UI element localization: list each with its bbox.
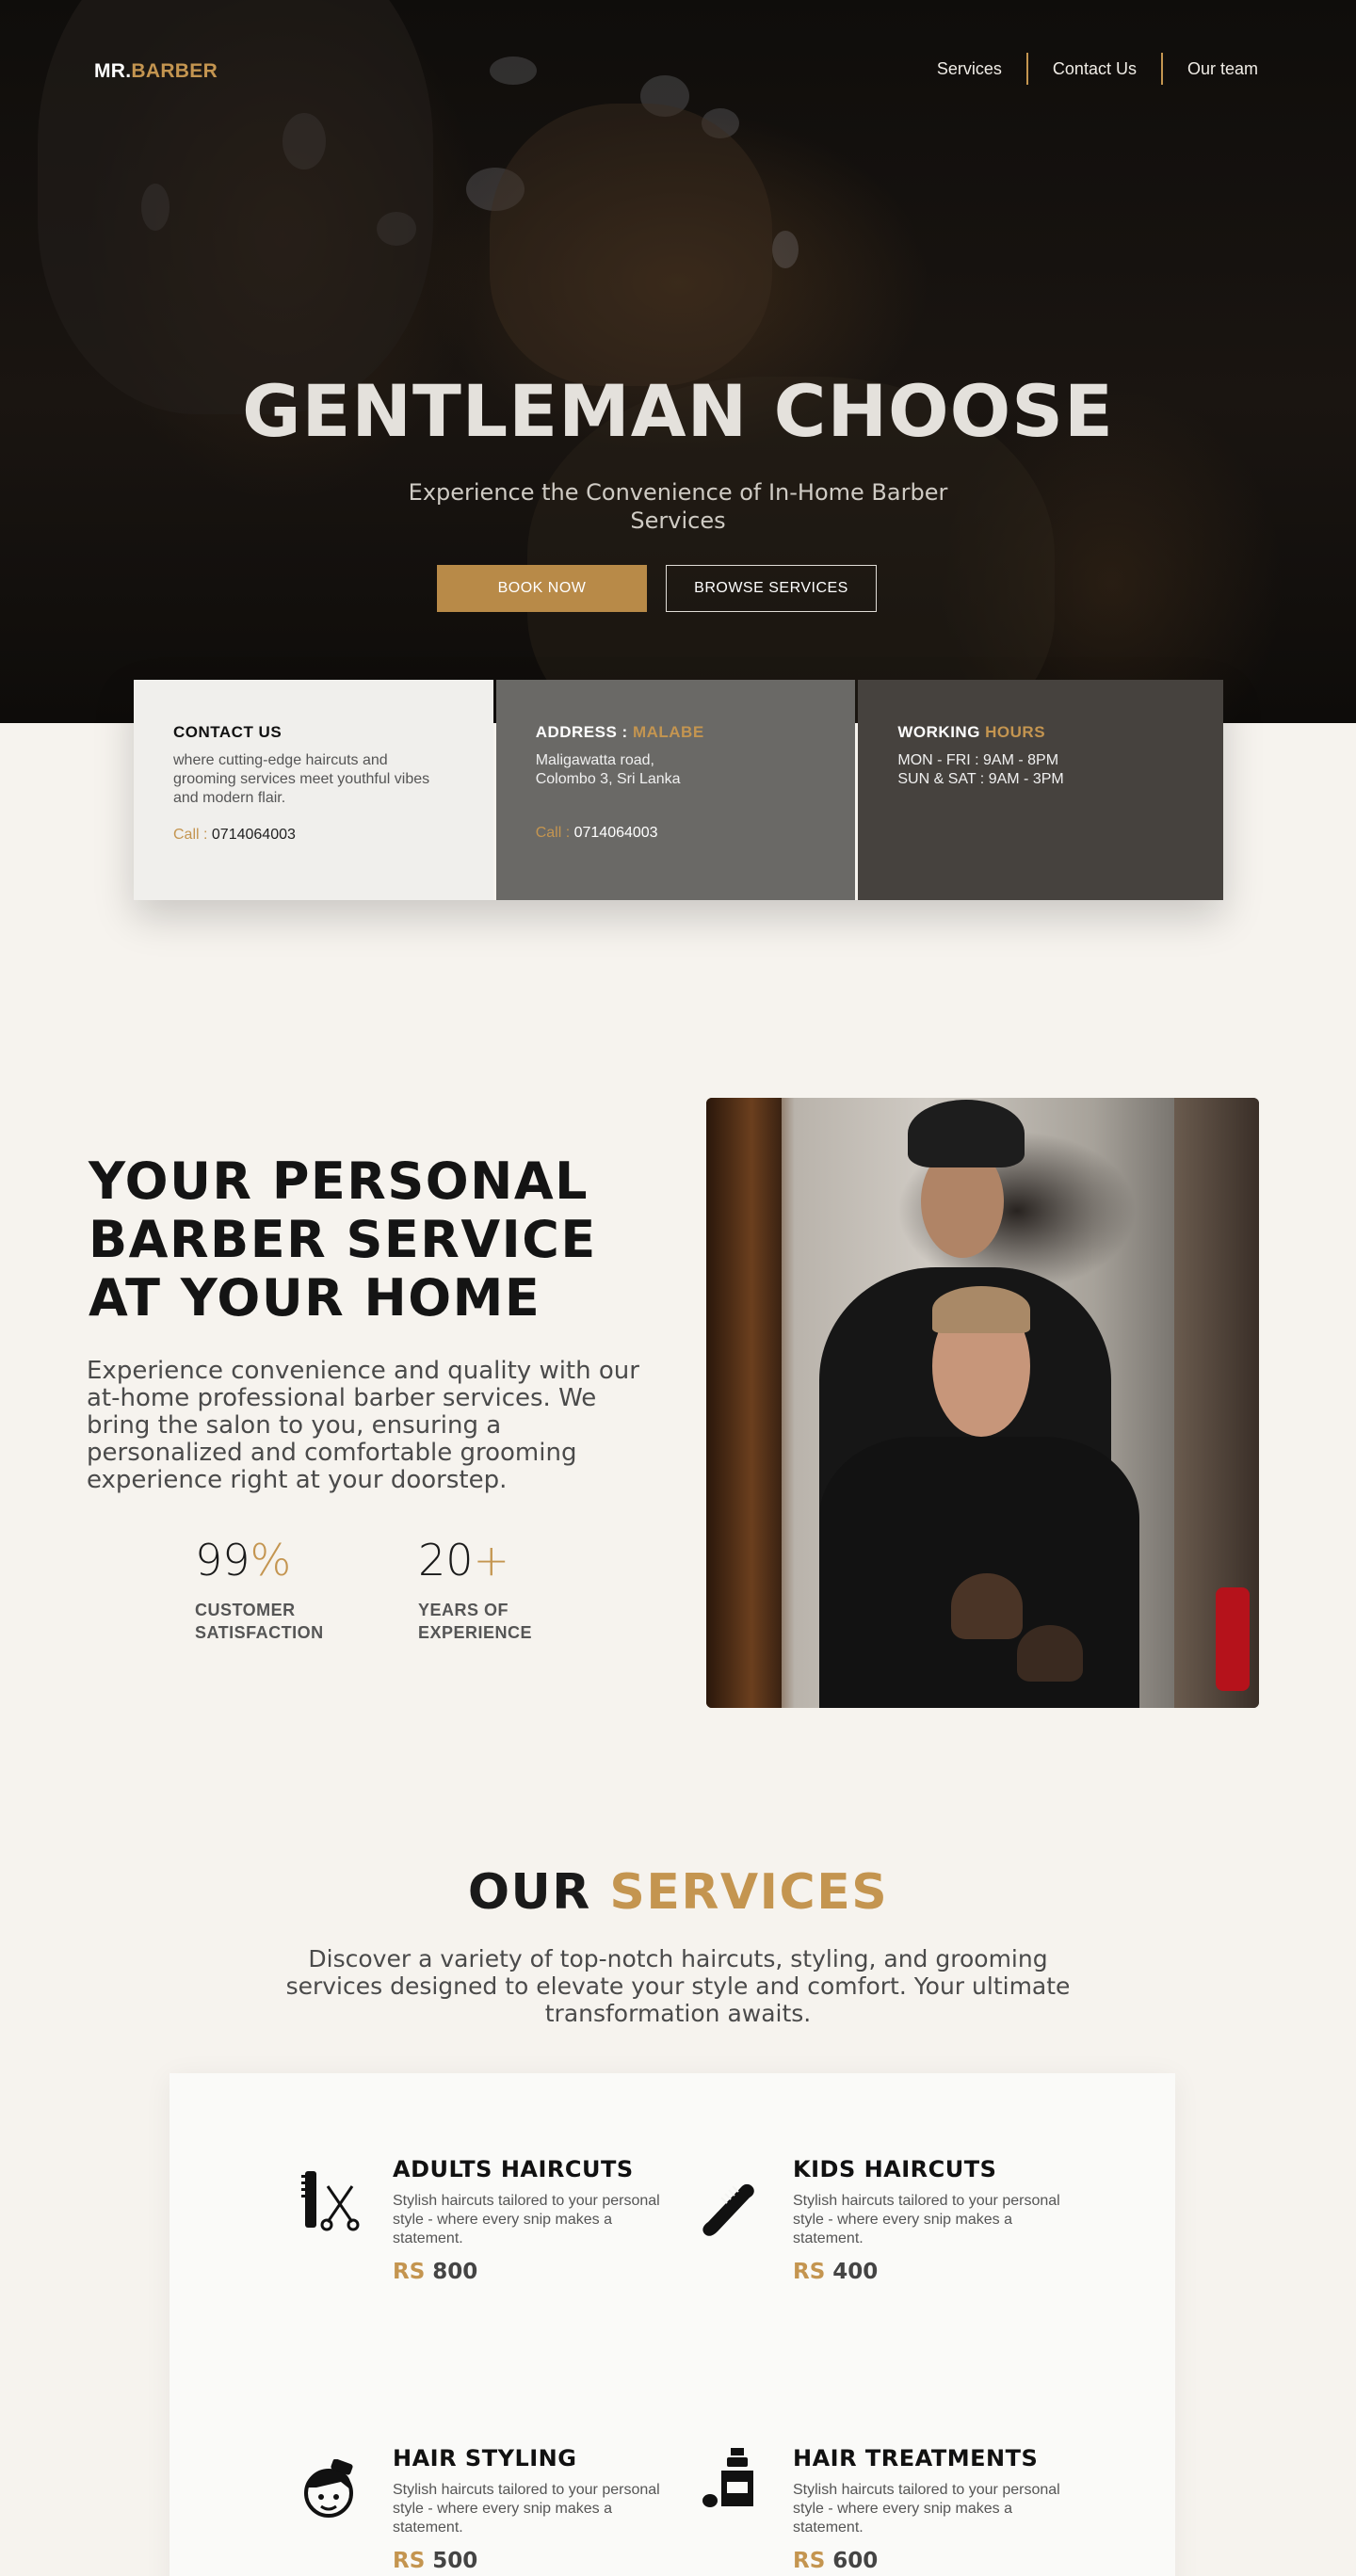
brand-logo-part1: MR. [94, 60, 132, 82]
services-subtitle: Discover a variety of top-notch haircuts… [285, 1945, 1071, 2027]
stat-number: 99% [195, 1535, 292, 1586]
services-title-word1: OUR [467, 1864, 591, 1921]
service-item-kids-haircuts[interactable]: KIDS HAIRCUTS Stylish haircuts tailored … [793, 2156, 1075, 2284]
address-lines: Maligawatta road, Colombo 3, Sri Lanka [536, 751, 816, 789]
brand-logo-part2: BARBER [131, 60, 218, 82]
book-now-button[interactable]: BOOK NOW [437, 565, 647, 612]
call-label: Call : [535, 825, 571, 841]
hours-title-accent: HOURS [985, 723, 1046, 741]
service-item-hair-treatments[interactable]: HAIR TREATMENTS Stylish haircuts tailore… [793, 2445, 1075, 2573]
service-name: KIDS HAIRCUTS [793, 2156, 997, 2182]
about-title: YOUR PERSONAL BARBER SERVICE AT YOUR HOM… [89, 1151, 597, 1328]
call-label: Call : [173, 827, 208, 843]
hours-line-1: MON - FRI : 9AM - 8PM [897, 752, 1059, 768]
address-line-1: Maligawatta road, [535, 752, 654, 768]
service-price: RS 600 [793, 2549, 879, 2573]
service-desc: Stylish haircuts tailored to your person… [393, 2193, 660, 2246]
hair-styling-icon [298, 2458, 360, 2525]
hours-card-title: WORKING HOURS [897, 723, 1184, 742]
service-price: RS 400 [793, 2260, 879, 2284]
comb-icon [699, 2177, 761, 2243]
address-card: ADDRESS : MALABE Maligawatta road, Colom… [495, 680, 856, 900]
main-nav: Services Contact Us Our team [912, 53, 1258, 85]
hours-title-label: WORKING [897, 723, 980, 741]
nav-link-services[interactable]: Services [912, 53, 1026, 85]
address-title-label: ADDRESS : [535, 723, 628, 741]
service-name: HAIR STYLING [393, 2445, 577, 2471]
contact-phone[interactable]: 0714064003 [212, 827, 296, 843]
services-panel: ADULTS HAIRCUTS Stylish haircuts tailore… [170, 2073, 1175, 2576]
hours-lines: MON - FRI : 9AM - 8PM SUN & SAT : 9AM - … [897, 751, 1184, 789]
contact-card-call: Call : 0714064003 [173, 827, 454, 844]
about-text: Experience convenience and quality with … [87, 1357, 639, 1494]
stat-label: YEARS OF EXPERIENCE [418, 1601, 533, 1642]
stat-satisfaction: 99% CUSTOMER SATISFACTION [195, 1535, 324, 1644]
bottle-icon [699, 2446, 761, 2512]
browse-services-button[interactable]: BROWSE SERVICES [666, 565, 877, 612]
comb-scissors-icon [299, 2167, 362, 2233]
address-card-title: ADDRESS : MALABE [536, 723, 816, 742]
address-phone[interactable]: 0714064003 [574, 825, 658, 841]
info-cards: CONTACT US where cutting-edge haircuts a… [134, 680, 1223, 900]
service-item-adults-haircuts[interactable]: ADULTS HAIRCUTS Stylish haircuts tailore… [393, 2156, 675, 2284]
nav-link-our-team[interactable]: Our team [1163, 53, 1258, 85]
hours-line-2: SUN & SAT : 9AM - 3PM [897, 771, 1064, 787]
service-price: RS 500 [393, 2549, 478, 2573]
hero-title: GENTLEMAN CHOOSE [242, 369, 1114, 453]
address-card-call: Call : 0714064003 [536, 825, 816, 842]
stat-label: CUSTOMER SATISFACTION [195, 1601, 324, 1642]
service-desc: Stylish haircuts tailored to your person… [393, 2482, 660, 2536]
hero-subtitle: Experience the Convenience of In-Home Ba… [408, 479, 948, 534]
contact-card-text: where cutting-edge haircuts and grooming… [173, 752, 430, 806]
service-item-hair-styling[interactable]: HAIR STYLING Stylish haircuts tailored t… [393, 2445, 675, 2573]
stat-number: 20+ [418, 1535, 510, 1586]
hours-card: WORKING HOURS MON - FRI : 9AM - 8PM SUN … [858, 680, 1223, 900]
service-price: RS 800 [393, 2260, 478, 2284]
services-title-word2: SERVICES [609, 1864, 889, 1921]
address-line-2: Colombo 3, Sri Lanka [535, 771, 681, 787]
stat-experience: 20+ YEARS OF EXPERIENCE [418, 1535, 532, 1644]
nav-link-contact-us[interactable]: Contact Us [1028, 53, 1161, 85]
contact-card: CONTACT US where cutting-edge haircuts a… [134, 680, 493, 900]
service-desc: Stylish haircuts tailored to your person… [793, 2482, 1060, 2536]
barber-photo [706, 1098, 1259, 1708]
service-name: HAIR TREATMENTS [793, 2445, 1039, 2471]
hero-section: MR.BARBER Services Contact Us Our team G… [0, 0, 1356, 723]
brand-logo[interactable]: MR.BARBER [94, 60, 218, 83]
service-desc: Stylish haircuts tailored to your person… [793, 2193, 1060, 2246]
services-title: OUR SERVICES [0, 1864, 1356, 1921]
address-title-accent: MALABE [632, 723, 704, 741]
contact-card-title: CONTACT US [173, 723, 282, 741]
service-name: ADULTS HAIRCUTS [393, 2156, 634, 2182]
